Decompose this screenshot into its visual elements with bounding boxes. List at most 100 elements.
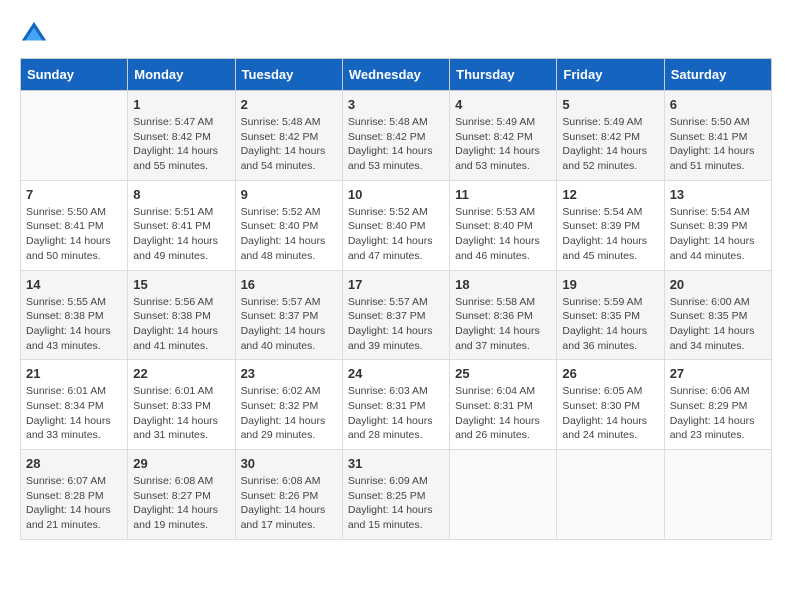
calendar-cell: 15 Sunrise: 5:56 AM Sunset: 8:38 PM Dayli… bbox=[128, 270, 235, 360]
day-number: 21 bbox=[26, 366, 122, 381]
calendar-cell: 19 Sunrise: 5:59 AM Sunset: 8:35 PM Dayli… bbox=[557, 270, 664, 360]
calendar-cell: 30 Sunrise: 6:08 AM Sunset: 8:26 PM Dayli… bbox=[235, 450, 342, 540]
day-number: 29 bbox=[133, 456, 229, 471]
calendar-cell: 17 Sunrise: 5:57 AM Sunset: 8:37 PM Dayli… bbox=[342, 270, 449, 360]
logo bbox=[20, 20, 52, 48]
calendar-week-row: 21 Sunrise: 6:01 AM Sunset: 8:34 PM Dayli… bbox=[21, 360, 772, 450]
day-number: 4 bbox=[455, 97, 551, 112]
day-info: Sunrise: 5:50 AM Sunset: 8:41 PM Dayligh… bbox=[670, 115, 766, 174]
day-info: Sunrise: 6:08 AM Sunset: 8:26 PM Dayligh… bbox=[241, 474, 337, 533]
calendar-cell bbox=[664, 450, 771, 540]
calendar-week-row: 7 Sunrise: 5:50 AM Sunset: 8:41 PM Daylig… bbox=[21, 180, 772, 270]
calendar-cell: 26 Sunrise: 6:05 AM Sunset: 8:30 PM Dayli… bbox=[557, 360, 664, 450]
day-number: 27 bbox=[670, 366, 766, 381]
day-info: Sunrise: 6:01 AM Sunset: 8:34 PM Dayligh… bbox=[26, 384, 122, 443]
day-info: Sunrise: 6:02 AM Sunset: 8:32 PM Dayligh… bbox=[241, 384, 337, 443]
day-info: Sunrise: 5:49 AM Sunset: 8:42 PM Dayligh… bbox=[455, 115, 551, 174]
header-day: Friday bbox=[557, 59, 664, 91]
day-number: 18 bbox=[455, 277, 551, 292]
calendar-cell: 31 Sunrise: 6:09 AM Sunset: 8:25 PM Dayli… bbox=[342, 450, 449, 540]
calendar-cell: 24 Sunrise: 6:03 AM Sunset: 8:31 PM Dayli… bbox=[342, 360, 449, 450]
header-day: Thursday bbox=[450, 59, 557, 91]
day-number: 17 bbox=[348, 277, 444, 292]
day-number: 14 bbox=[26, 277, 122, 292]
calendar-cell: 5 Sunrise: 5:49 AM Sunset: 8:42 PM Daylig… bbox=[557, 91, 664, 181]
day-number: 8 bbox=[133, 187, 229, 202]
day-number: 31 bbox=[348, 456, 444, 471]
header-row: SundayMondayTuesdayWednesdayThursdayFrid… bbox=[21, 59, 772, 91]
calendar-cell: 22Sunrise: 6:01 AM Sunset: 8:33 PM Dayli… bbox=[128, 360, 235, 450]
day-info: Sunrise: 6:05 AM Sunset: 8:30 PM Dayligh… bbox=[562, 384, 658, 443]
day-info: Sunrise: 5:56 AM Sunset: 8:38 PM Dayligh… bbox=[133, 295, 229, 354]
day-number: 24 bbox=[348, 366, 444, 381]
calendar-table: SundayMondayTuesdayWednesdayThursdayFrid… bbox=[20, 58, 772, 540]
day-info: Sunrise: 6:07 AM Sunset: 8:28 PM Dayligh… bbox=[26, 474, 122, 533]
calendar-cell: 16Sunrise: 5:57 AM Sunset: 8:37 PM Dayli… bbox=[235, 270, 342, 360]
calendar-cell: 10Sunrise: 5:52 AM Sunset: 8:40 PM Dayli… bbox=[342, 180, 449, 270]
calendar-week-row: 1 Sunrise: 5:47 AM Sunset: 8:42 PM Daylig… bbox=[21, 91, 772, 181]
header-day: Monday bbox=[128, 59, 235, 91]
day-info: Sunrise: 6:01 AM Sunset: 8:33 PM Dayligh… bbox=[133, 384, 229, 443]
day-number: 25 bbox=[455, 366, 551, 381]
header-day: Saturday bbox=[664, 59, 771, 91]
day-number: 20 bbox=[670, 277, 766, 292]
day-number: 26 bbox=[562, 366, 658, 381]
day-number: 28 bbox=[26, 456, 122, 471]
calendar-cell bbox=[450, 450, 557, 540]
calendar-cell: 1 Sunrise: 5:47 AM Sunset: 8:42 PM Daylig… bbox=[128, 91, 235, 181]
calendar-cell: 2 Sunrise: 5:48 AM Sunset: 8:42 PM Daylig… bbox=[235, 91, 342, 181]
calendar-cell: 13 Sunrise: 5:54 AM Sunset: 8:39 PM Dayli… bbox=[664, 180, 771, 270]
day-info: Sunrise: 6:09 AM Sunset: 8:25 PM Dayligh… bbox=[348, 474, 444, 533]
day-info: Sunrise: 6:03 AM Sunset: 8:31 PM Dayligh… bbox=[348, 384, 444, 443]
day-number: 5 bbox=[562, 97, 658, 112]
header-day: Sunday bbox=[21, 59, 128, 91]
day-number: 11 bbox=[455, 187, 551, 202]
day-number: 13 bbox=[670, 187, 766, 202]
day-info: Sunrise: 5:50 AM Sunset: 8:41 PM Dayligh… bbox=[26, 205, 122, 264]
day-number: 3 bbox=[348, 97, 444, 112]
day-info: Sunrise: 5:51 AM Sunset: 8:41 PM Dayligh… bbox=[133, 205, 229, 264]
day-info: Sunrise: 5:54 AM Sunset: 8:39 PM Dayligh… bbox=[670, 205, 766, 264]
day-info: Sunrise: 5:57 AM Sunset: 8:37 PM Dayligh… bbox=[348, 295, 444, 354]
day-info: Sunrise: 5:49 AM Sunset: 8:42 PM Dayligh… bbox=[562, 115, 658, 174]
header-day: Wednesday bbox=[342, 59, 449, 91]
day-info: Sunrise: 5:53 AM Sunset: 8:40 PM Dayligh… bbox=[455, 205, 551, 264]
day-info: Sunrise: 5:48 AM Sunset: 8:42 PM Dayligh… bbox=[241, 115, 337, 174]
day-number: 15 bbox=[133, 277, 229, 292]
day-number: 10 bbox=[348, 187, 444, 202]
calendar-cell: 7 Sunrise: 5:50 AM Sunset: 8:41 PM Daylig… bbox=[21, 180, 128, 270]
day-number: 6 bbox=[670, 97, 766, 112]
page-header bbox=[20, 20, 772, 48]
calendar-cell: 11 Sunrise: 5:53 AM Sunset: 8:40 PM Dayli… bbox=[450, 180, 557, 270]
calendar-cell: 25Sunrise: 6:04 AM Sunset: 8:31 PM Dayli… bbox=[450, 360, 557, 450]
calendar-week-row: 28 Sunrise: 6:07 AM Sunset: 8:28 PM Dayli… bbox=[21, 450, 772, 540]
day-number: 16 bbox=[241, 277, 337, 292]
calendar-cell: 8 Sunrise: 5:51 AM Sunset: 8:41 PM Daylig… bbox=[128, 180, 235, 270]
day-info: Sunrise: 6:00 AM Sunset: 8:35 PM Dayligh… bbox=[670, 295, 766, 354]
header-day: Tuesday bbox=[235, 59, 342, 91]
calendar-cell: 20 Sunrise: 6:00 AM Sunset: 8:35 PM Dayli… bbox=[664, 270, 771, 360]
calendar-cell: 29Sunrise: 6:08 AM Sunset: 8:27 PM Dayli… bbox=[128, 450, 235, 540]
calendar-cell: 3 Sunrise: 5:48 AM Sunset: 8:42 PM Daylig… bbox=[342, 91, 449, 181]
calendar-cell: 14 Sunrise: 5:55 AM Sunset: 8:38 PM Dayli… bbox=[21, 270, 128, 360]
day-number: 23 bbox=[241, 366, 337, 381]
day-number: 1 bbox=[133, 97, 229, 112]
day-info: Sunrise: 5:59 AM Sunset: 8:35 PM Dayligh… bbox=[562, 295, 658, 354]
calendar-cell bbox=[557, 450, 664, 540]
day-info: Sunrise: 5:52 AM Sunset: 8:40 PM Dayligh… bbox=[241, 205, 337, 264]
day-number: 9 bbox=[241, 187, 337, 202]
day-info: Sunrise: 5:48 AM Sunset: 8:42 PM Dayligh… bbox=[348, 115, 444, 174]
calendar-cell: 18Sunrise: 5:58 AM Sunset: 8:36 PM Dayli… bbox=[450, 270, 557, 360]
day-info: Sunrise: 5:55 AM Sunset: 8:38 PM Dayligh… bbox=[26, 295, 122, 354]
day-number: 30 bbox=[241, 456, 337, 471]
logo-icon bbox=[20, 20, 48, 48]
day-number: 7 bbox=[26, 187, 122, 202]
calendar-cell: 27 Sunrise: 6:06 AM Sunset: 8:29 PM Dayli… bbox=[664, 360, 771, 450]
day-info: Sunrise: 5:47 AM Sunset: 8:42 PM Dayligh… bbox=[133, 115, 229, 174]
calendar-cell: 6 Sunrise: 5:50 AM Sunset: 8:41 PM Daylig… bbox=[664, 91, 771, 181]
calendar-cell: 4 Sunrise: 5:49 AM Sunset: 8:42 PM Daylig… bbox=[450, 91, 557, 181]
day-info: Sunrise: 6:06 AM Sunset: 8:29 PM Dayligh… bbox=[670, 384, 766, 443]
day-number: 2 bbox=[241, 97, 337, 112]
day-number: 19 bbox=[562, 277, 658, 292]
calendar-week-row: 14 Sunrise: 5:55 AM Sunset: 8:38 PM Dayli… bbox=[21, 270, 772, 360]
